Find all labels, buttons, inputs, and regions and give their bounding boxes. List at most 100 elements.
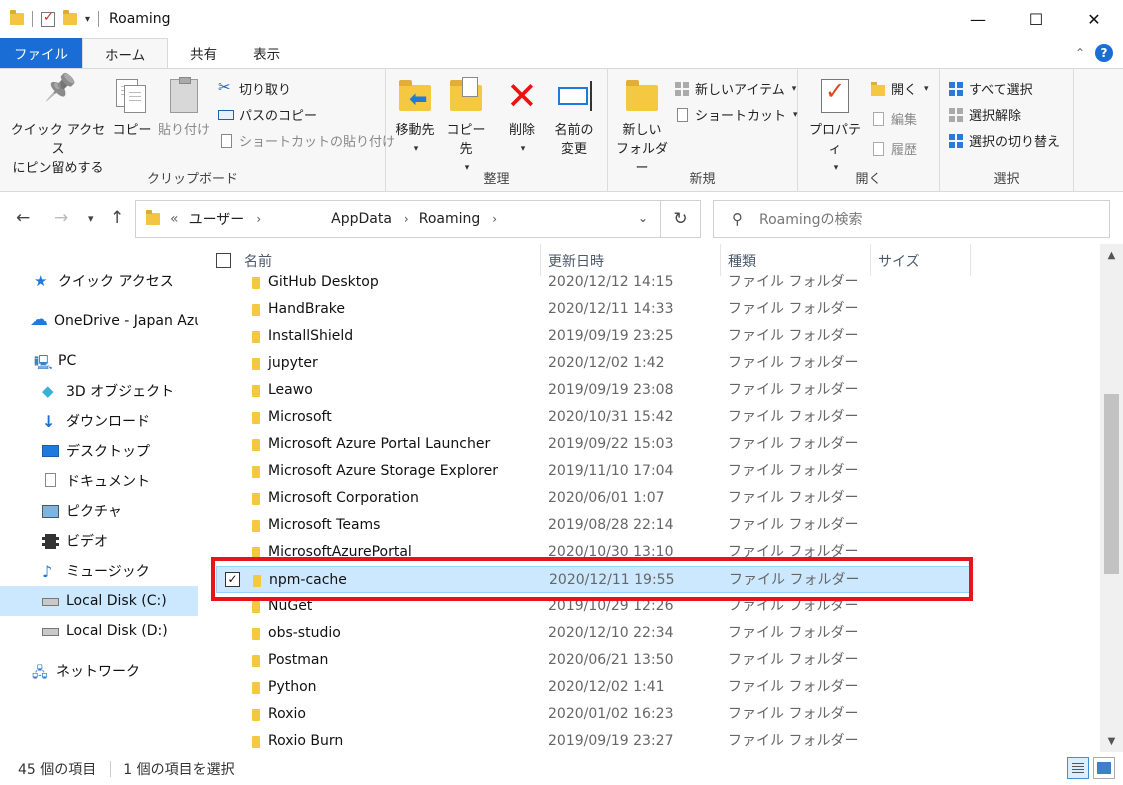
breadcrumb-chevron-icon[interactable]: ›: [256, 212, 261, 226]
sidebar-item-onedrive[interactable]: ☁ OneDrive - Japan Azure User Group: [0, 306, 198, 336]
sidebar-item-network[interactable]: 🖧 ネットワーク: [0, 656, 198, 686]
breadcrumb-overflow[interactable]: «: [170, 211, 179, 227]
sidebar-item-videos[interactable]: ビデオ: [0, 526, 198, 556]
breadcrumb-segment-appdata[interactable]: AppData: [331, 211, 392, 227]
vertical-scrollbar[interactable]: ▲ ▼: [1100, 244, 1123, 752]
file-type: ファイル フォルダー: [728, 652, 859, 668]
large-icons-view-icon[interactable]: [1093, 757, 1115, 779]
tab-share[interactable]: 共有: [168, 38, 239, 68]
help-icon[interactable]: ?: [1095, 44, 1113, 62]
sidebar-item-desktop[interactable]: デスクトップ: [0, 436, 198, 466]
sidebar-item-music[interactable]: ♪ ミュージック: [0, 556, 198, 586]
table-row[interactable]: Roxio Burn 2019/09/19 23:27 ファイル フォルダー: [216, 728, 970, 752]
minimize-button[interactable]: —: [949, 0, 1007, 38]
new-folder-icon[interactable]: [63, 10, 77, 25]
scrollbar-thumb[interactable]: [1104, 394, 1119, 574]
table-row[interactable]: GitHub Desktop 2020/12/12 14:15 ファイル フォルダー: [216, 269, 970, 296]
edit-button[interactable]: 編集: [870, 109, 917, 128]
details-view-icon[interactable]: [1067, 757, 1089, 779]
clipboard-group: クイック アクセス にピン留めする コピー 貼り付け 切り取り パスのコピー シ…: [0, 69, 395, 191]
table-row[interactable]: InstallShield 2019/09/19 23:25 ファイル フォルダー: [216, 323, 970, 350]
table-row[interactable]: Microsoft Teams 2019/08/28 22:14 ファイル フォルダ…: [216, 512, 970, 539]
recent-locations-chevron-icon[interactable]: ▾: [88, 212, 94, 225]
tab-view[interactable]: 表示: [239, 38, 294, 68]
maximize-button[interactable]: ☐: [1007, 0, 1065, 38]
sidebar-item-local-disk-d[interactable]: Local Disk (D:): [0, 616, 198, 646]
tab-file[interactable]: ファイル: [0, 38, 82, 68]
table-row[interactable]: Postman 2020/06/21 13:50 ファイル フォルダー: [216, 647, 970, 674]
sidebar-item-local-disk-c[interactable]: Local Disk (C:): [0, 586, 198, 616]
file-type: ファイル フォルダー: [728, 328, 859, 344]
sidebar-item-downloads[interactable]: ↓ ダウンロード: [0, 406, 198, 436]
sidebar-item-documents[interactable]: ドキュメント: [0, 466, 198, 496]
star-icon: ★: [34, 272, 48, 290]
table-row[interactable]: Microsoft Corporation 2020/06/01 1:07 ファイル…: [216, 485, 970, 512]
new-item-button[interactable]: 新しいアイテム ▾: [674, 79, 796, 98]
folder-icon: [252, 358, 260, 370]
sidebar-item-label: PC: [58, 353, 77, 369]
table-row[interactable]: Microsoft 2020/10/31 15:42 ファイル フォルダー: [216, 404, 970, 431]
sidebar-item-label: デスクトップ: [66, 444, 150, 460]
back-arrow-icon[interactable]: ←: [16, 208, 30, 228]
folder-icon: [252, 709, 260, 721]
breadcrumb-chevron-icon[interactable]: ›: [404, 212, 409, 226]
sidebar-item-pictures[interactable]: ピクチャ: [0, 496, 198, 526]
shortcut-button[interactable]: ショートカット ▾: [674, 105, 798, 124]
delete-icon: ✕: [506, 74, 538, 118]
tab-home[interactable]: ホーム: [82, 38, 169, 68]
delete-button[interactable]: ✕ 削除 ▾: [502, 77, 542, 159]
table-row[interactable]: Roxio 2020/01/02 16:23 ファイル フォルダー: [216, 701, 970, 728]
sidebar-item-label: OneDrive - Japan Azure User Group: [54, 313, 198, 329]
cut-button[interactable]: 切り取り: [218, 78, 291, 99]
pin-to-quick-access-button[interactable]: クイック アクセス にピン留めする: [8, 77, 108, 178]
select-all-button[interactable]: すべて選択: [948, 79, 1033, 98]
select-all-checkbox[interactable]: [216, 253, 231, 268]
rename-button[interactable]: 名前の 変更: [550, 77, 598, 159]
search-box[interactable]: ⚲ Roamingの検索: [713, 200, 1110, 238]
table-row[interactable]: HandBrake 2020/12/11 14:33 ファイル フォルダー: [216, 296, 970, 323]
table-row[interactable]: Microsoft Azure Portal Launcher 2019/09/2…: [216, 431, 970, 458]
invert-selection-icon: [948, 133, 964, 149]
file-date: 2019/11/10 17:04: [548, 463, 674, 479]
sidebar-item-pc[interactable]: 🖳 PC: [0, 346, 198, 376]
folder-icon: [252, 304, 260, 316]
customize-toolbar-icon[interactable]: ▾: [85, 14, 90, 25]
copy-to-button[interactable]: コピー先 ▾: [442, 77, 490, 178]
breadcrumb-chevron-icon[interactable]: ›: [492, 212, 497, 226]
history-button[interactable]: 履歴: [870, 139, 917, 158]
address-bar[interactable]: « ユーザー › AppData › Roaming › ⌄ ↻: [135, 200, 701, 238]
forward-arrow-icon[interactable]: →: [54, 208, 68, 228]
select-none-button[interactable]: 選択解除: [948, 105, 1021, 124]
paste-button[interactable]: 貼り付け: [156, 77, 212, 140]
properties-icon[interactable]: [41, 10, 55, 27]
table-row[interactable]: jupyter 2020/12/02 1:42 ファイル フォルダー: [216, 350, 970, 377]
breadcrumb-segment-roaming[interactable]: Roaming: [419, 211, 481, 227]
table-row[interactable]: Microsoft Azure Storage Explorer 2019/11/…: [216, 458, 970, 485]
file-name: HandBrake: [268, 301, 346, 317]
paste-icon: [166, 77, 202, 115]
sidebar-item-quick-access[interactable]: ★ クイック アクセス: [0, 266, 198, 296]
breadcrumb-segment-users[interactable]: ユーザー: [189, 209, 245, 229]
copy-path-button[interactable]: パスのコピー: [218, 105, 317, 124]
refresh-icon[interactable]: ↻: [660, 201, 700, 237]
scroll-down-icon[interactable]: ▼: [1100, 732, 1123, 752]
close-button[interactable]: ✕: [1065, 0, 1123, 38]
new-folder-button[interactable]: 新しい フォルダー: [610, 77, 674, 178]
column-divider[interactable]: [970, 244, 971, 276]
folder-icon: [252, 439, 260, 451]
collapse-ribbon-icon[interactable]: ⌃: [1075, 46, 1085, 60]
move-to-button[interactable]: ⬅ 移動先 ▾: [392, 77, 438, 159]
invert-selection-button[interactable]: 選択の切り替え: [948, 131, 1060, 150]
up-arrow-icon[interactable]: ↑: [110, 208, 124, 228]
copy-button[interactable]: コピー: [112, 77, 152, 140]
paste-shortcut-button[interactable]: ショートカットの貼り付け: [218, 131, 395, 150]
open-button[interactable]: 開く ▾: [870, 79, 929, 98]
copy-path-label: パスのコピー: [239, 109, 318, 124]
properties-button[interactable]: プロパティ ▾: [804, 77, 866, 178]
scroll-up-icon[interactable]: ▲: [1100, 246, 1123, 266]
table-row[interactable]: Leawo 2019/09/19 23:08 ファイル フォルダー: [216, 377, 970, 404]
table-row[interactable]: Python 2020/12/02 1:41 ファイル フォルダー: [216, 674, 970, 701]
table-row[interactable]: obs-studio 2020/12/10 22:34 ファイル フォルダー: [216, 620, 970, 647]
sidebar-item-3d-objects[interactable]: ◆ 3D オブジェクト: [0, 376, 198, 406]
address-history-chevron-icon[interactable]: ⌄: [638, 211, 648, 225]
